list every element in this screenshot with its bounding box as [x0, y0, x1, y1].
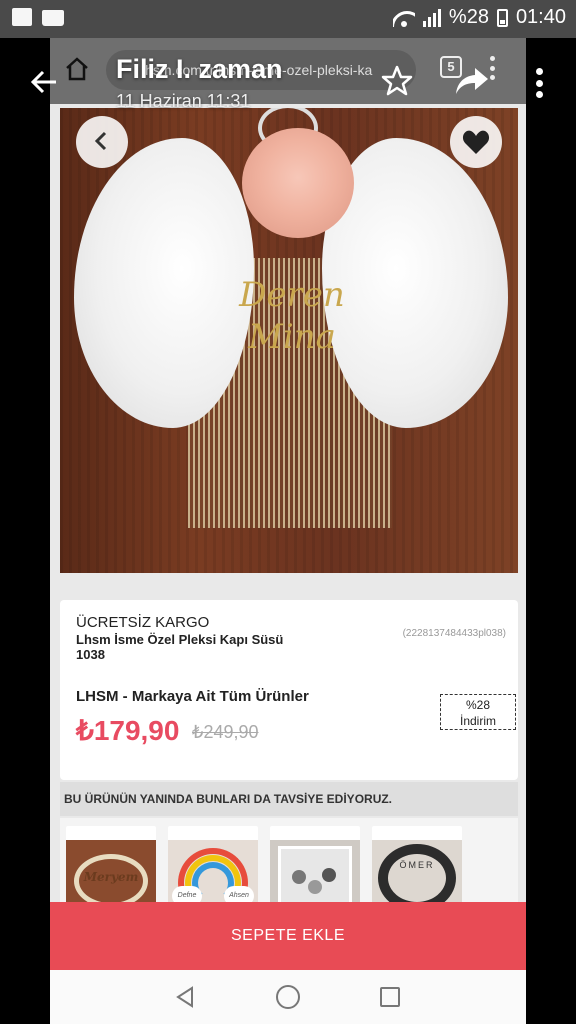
nav-back-icon[interactable] — [174, 986, 196, 1008]
status-bar: %28 01:40 — [0, 0, 576, 38]
signal-icon — [422, 8, 441, 27]
browser-menu-icon[interactable] — [490, 56, 496, 80]
viewer-menu-icon[interactable] — [536, 68, 544, 98]
brand-link[interactable]: LHSM - Markaya Ait Tüm Ürünler — [76, 688, 309, 705]
viewer-background-right — [526, 38, 576, 970]
viewer-back-icon[interactable] — [28, 66, 60, 98]
nav-bar-right — [526, 970, 576, 1024]
favorite-button[interactable] — [450, 116, 502, 168]
image-back-button[interactable] — [76, 116, 128, 168]
old-price: ₺249,90 — [192, 722, 259, 742]
navigation-bar — [50, 970, 526, 1024]
product-info-card: ÜCRETSİZ KARGO Lhsm İsme Özel Pleksi Kap… — [60, 600, 518, 780]
sender-name: Filiz I. zaman — [116, 54, 283, 84]
free-shipping-label: ÜCRETSİZ KARGO — [76, 614, 210, 631]
heart-icon — [462, 130, 490, 154]
nav-home-icon[interactable] — [276, 985, 300, 1009]
current-price: ₺179,90 — [76, 715, 180, 746]
share-icon[interactable] — [454, 64, 490, 98]
home-icon[interactable] — [64, 56, 90, 82]
nav-bar-left — [0, 970, 50, 1024]
product-name: Lhsm İsme Özel Pleksi Kapı Süsü 1038 — [76, 632, 284, 662]
viewer-background-left — [0, 38, 50, 970]
battery-icon — [496, 8, 508, 27]
message-date: 11 Haziran 11:31 — [116, 91, 251, 111]
pink-flower — [242, 128, 354, 238]
chevron-left-icon — [94, 131, 107, 151]
thumbnail-name: Meryem — [83, 870, 139, 884]
recommendations-heading: BU ÜRÜNÜN YANINDA BUNLARI DA TAVSİYE EDİ… — [60, 782, 518, 816]
star-icon[interactable] — [380, 64, 414, 98]
gallery-notification-icon — [12, 8, 32, 26]
folder-notification-icon — [42, 10, 64, 26]
battery-percent: %28 — [448, 6, 489, 28]
wifi-icon — [393, 9, 415, 27]
discount-label: İndirim — [459, 714, 496, 728]
discount-percent: %28 — [465, 698, 491, 712]
product-image: Deren Mina — [60, 108, 518, 573]
clock: 01:40 — [515, 6, 566, 28]
web-page: lhsm.com.tr/lhsm-isme-ozel-pleksi-ka 5 D… — [50, 38, 526, 970]
product-code: (2228137484433pl038) — [402, 628, 506, 639]
nameplate-text: Deren Mina — [239, 275, 345, 357]
add-to-cart-button[interactable]: SEPETE EKLE — [50, 902, 526, 970]
discount-badge: %28 İndirim — [440, 694, 516, 730]
thumbnail-name: ÖMER — [399, 860, 435, 870]
nav-recents-icon[interactable] — [380, 987, 400, 1007]
screen: %28 01:40 lhsm.com.tr/lhsm-isme-ozel-ple… — [0, 0, 576, 1024]
